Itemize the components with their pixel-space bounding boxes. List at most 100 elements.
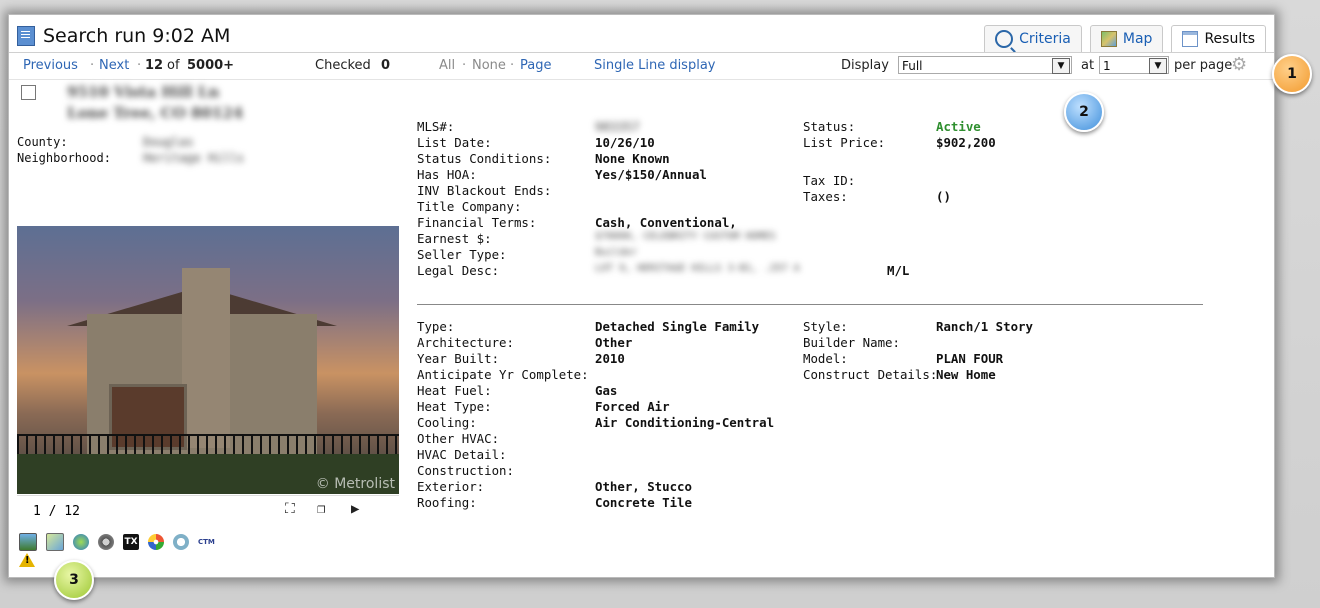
settings-wheel-icon[interactable]	[98, 534, 114, 550]
photo-counter: 1 / 12	[33, 504, 80, 519]
tab-results[interactable]: Results	[1171, 25, 1266, 52]
title-company-label: Title Company:	[417, 199, 522, 214]
popout-icon[interactable]: ❐	[317, 501, 325, 517]
tab-map[interactable]: Map	[1089, 25, 1164, 52]
nav-separator: ·	[90, 58, 95, 73]
model-label: Model:	[803, 351, 848, 366]
neighborhood-label: Neighborhood:	[17, 151, 111, 165]
display-label: Display	[841, 58, 889, 73]
photo-pager: 1 / 12 ⛶ ❐ ▶	[17, 495, 399, 526]
document-icon	[17, 26, 35, 46]
seller-type-label: Seller Type:	[417, 247, 507, 262]
heat-type-label: Heat Type:	[417, 399, 492, 414]
legal-desc-suffix: M/L	[887, 263, 910, 278]
refresh-icon[interactable]	[173, 534, 189, 550]
mls-value: 983357	[595, 119, 640, 134]
listing-tool-icons: TX CTM	[19, 533, 215, 551]
record-total: 5000+	[187, 58, 235, 73]
gear-icon[interactable]: ⚙	[1231, 56, 1247, 74]
globe-icon[interactable]	[73, 534, 89, 550]
play-icon[interactable]: ▶	[351, 501, 359, 517]
roofing-label: Roofing:	[417, 495, 477, 510]
results-icon	[1182, 31, 1199, 47]
status-conditions-label: Status Conditions:	[417, 151, 552, 166]
select-all-link[interactable]: All	[439, 58, 455, 73]
photo-watermark: © Metrolist	[315, 476, 395, 492]
hoa-value: Yes/$150/Annual	[595, 167, 707, 182]
nav-separator: ·	[137, 58, 142, 73]
construction-label: Construction:	[417, 463, 514, 478]
select-none-link[interactable]: None	[472, 58, 506, 73]
display-select-value: Full	[902, 59, 923, 73]
list-price-label: List Price:	[803, 135, 886, 150]
architecture-label: Architecture:	[417, 335, 514, 350]
hoa-label: Has HOA:	[417, 167, 477, 182]
map-icon	[1100, 31, 1117, 47]
type-label: Type:	[417, 319, 455, 334]
tab-criteria[interactable]: Criteria	[984, 25, 1082, 52]
page-title: Search run 9:02 AM	[17, 25, 230, 47]
style-label: Style:	[803, 319, 848, 334]
callout-badge-1: 1	[1272, 54, 1312, 94]
arrows-icon[interactable]	[148, 534, 164, 550]
warning-icon[interactable]: !	[19, 553, 35, 567]
chevron-down-icon[interactable]: ▼	[1149, 58, 1167, 74]
results-toolbar: Previous · Next · 12 of 5000+ Checked 0 …	[9, 52, 1274, 80]
roofing-value: Concrete Tile	[595, 495, 692, 510]
year-built-label: Year Built:	[417, 351, 500, 366]
heat-type-value: Forced Air	[595, 399, 670, 414]
tab-results-label: Results	[1204, 31, 1255, 47]
legal-desc-label: Legal Desc:	[417, 263, 500, 278]
style-value: Ranch/1 Story	[936, 319, 1033, 334]
tx-icon[interactable]: TX	[123, 534, 139, 550]
view-tabs: Criteria Map Results	[984, 25, 1266, 52]
exterior-label: Exterior:	[417, 479, 485, 494]
single-line-display-link[interactable]: Single Line display	[594, 58, 715, 73]
at-label: at	[1081, 58, 1095, 73]
legal-desc-value: LOT 9, HERITAGE HILLS 3-B1, .257 A	[595, 263, 800, 274]
mls-label: MLS#:	[417, 119, 455, 134]
display-select[interactable]: Full ▼	[898, 56, 1072, 74]
list-date-value: 10/26/10	[595, 135, 655, 150]
listing-checkbox[interactable]	[21, 85, 36, 100]
magnifier-icon	[995, 30, 1014, 48]
county-row: County: Douglas	[17, 135, 194, 149]
hvac-detail-label: HVAC Detail:	[417, 447, 507, 462]
status-value: Active	[936, 119, 981, 134]
year-built-value: 2010	[595, 351, 625, 366]
ctm-icon[interactable]: CTM	[198, 534, 215, 550]
financial-terms-label: Financial Terms:	[417, 215, 537, 230]
taxes-value: ()	[936, 189, 951, 204]
chevron-down-icon[interactable]: ▼	[1052, 58, 1070, 74]
construct-details-label: Construct Details:	[803, 367, 938, 382]
address-line-1: 9510 Vista Hill Ln	[67, 83, 220, 101]
earnest-label: Earnest $:	[417, 231, 492, 246]
per-page-select[interactable]: 1 ▼	[1099, 56, 1169, 74]
page-title-text: Search run 9:02 AM	[43, 25, 231, 47]
tab-criteria-label: Criteria	[1019, 31, 1071, 47]
section-divider	[417, 304, 1203, 305]
map-thumb-icon[interactable]	[46, 533, 64, 551]
tax-id-label: Tax ID:	[803, 173, 856, 188]
architecture-value: Other	[595, 335, 633, 350]
per-page-select-value: 1	[1103, 59, 1111, 73]
tab-map-label: Map	[1122, 31, 1153, 47]
per-page-label: per page	[1174, 58, 1233, 73]
other-hvac-label: Other HVAC:	[417, 431, 500, 446]
cooling-value: Air Conditioning-Central	[595, 415, 775, 430]
fullscreen-icon[interactable]: ⛶	[285, 501, 295, 517]
inv-blackout-label: INV Blackout Ends:	[417, 183, 552, 198]
neighborhood-value: Heritage Hills	[143, 151, 245, 165]
photo-icon[interactable]	[19, 533, 37, 551]
listing-photo[interactable]: © Metrolist	[17, 226, 399, 494]
seller-type-value: Builder	[595, 247, 638, 258]
builder-name-label: Builder Name:	[803, 335, 900, 350]
model-value: PLAN FOUR	[936, 351, 1004, 366]
select-page-link[interactable]: Page	[520, 58, 551, 73]
list-price-value: $902,200	[936, 135, 996, 150]
checked-count: 0	[381, 58, 391, 73]
next-link[interactable]: Next	[99, 58, 129, 73]
record-position: 12	[145, 58, 164, 73]
address-line-2: Lone Tree, CO 80124	[67, 104, 244, 122]
previous-link[interactable]: Previous	[23, 58, 78, 73]
